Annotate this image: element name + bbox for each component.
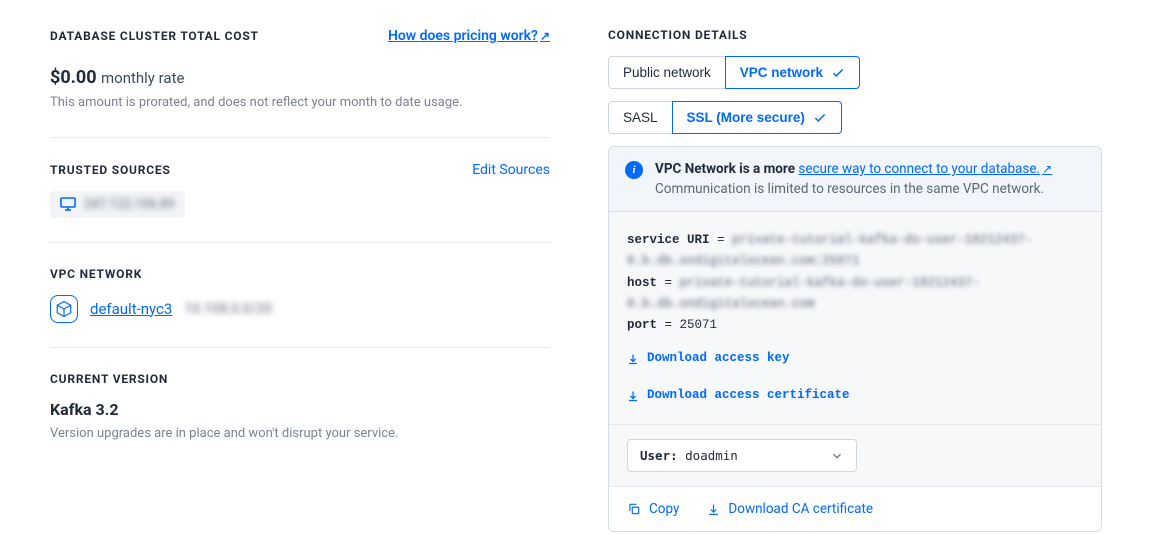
user-value: doadmin — [685, 448, 738, 463]
cost-rate-label: monthly rate — [101, 69, 184, 87]
version-section: CURRENT VERSION Kafka 3.2 Version upgrad… — [50, 372, 550, 444]
version-heading: CURRENT VERSION — [50, 372, 550, 386]
cost-amount-row: $0.00 monthly rate — [50, 67, 550, 88]
external-link-icon: ↗ — [1042, 162, 1052, 176]
info-link[interactable]: secure way to connect to your database.↗ — [798, 161, 1052, 177]
vpc-network-label: VPC network — [740, 65, 823, 80]
vpc-ip: 10.108.0.0/20 — [184, 301, 272, 317]
check-icon — [813, 111, 827, 125]
divider — [50, 347, 550, 348]
vpc-section: VPC NETWORK default-nyc3 10.108.0.0/20 — [50, 267, 550, 323]
check-icon — [831, 66, 845, 80]
copy-icon — [627, 502, 641, 516]
host-label: host — [627, 276, 657, 290]
user-prefix: User: — [640, 448, 685, 463]
cost-amount: $0.00 — [50, 67, 97, 88]
download-icon — [707, 503, 720, 516]
divider — [50, 242, 550, 243]
external-link-icon: ↗ — [540, 29, 550, 43]
info-icon: i — [625, 161, 643, 179]
download-access-key-link[interactable]: Download access key — [627, 348, 790, 369]
user-select[interactable]: User: doadmin — [627, 439, 857, 472]
auth-toggle: SASL SSL (More secure) — [608, 101, 842, 134]
version-value: Kafka 3.2 — [50, 400, 550, 419]
edit-sources-link[interactable]: Edit Sources — [472, 162, 550, 178]
divider — [50, 137, 550, 138]
info-subtext: Communication is limited to resources in… — [655, 181, 1052, 197]
cost-note: This amount is prorated, and does not re… — [50, 93, 550, 113]
monitor-icon — [60, 197, 76, 211]
download-access-cert-label: Download access certificate — [647, 385, 850, 406]
host-line1: private-tutorial-kafka-do-user-18212437- — [680, 276, 980, 290]
connection-code-block: service URI = private-tutorial-kafka-do-… — [609, 212, 1101, 425]
info-strong: VPC Network is a more — [655, 161, 798, 177]
pricing-link[interactable]: How does pricing work?↗ — [388, 28, 550, 44]
actions-bar: Copy Download CA certificate — [609, 487, 1101, 531]
connection-heading: CONNECTION DETAILS — [608, 28, 1102, 42]
download-ca-cert-button[interactable]: Download CA certificate — [707, 501, 873, 517]
download-icon — [627, 353, 639, 365]
download-access-key-label: Download access key — [647, 348, 790, 369]
download-icon — [627, 390, 639, 402]
trusted-sources-section: TRUSTED SOURCES Edit Sources 247.122.106… — [50, 162, 550, 218]
pricing-link-text: How does pricing work? — [388, 28, 538, 44]
version-note: Version upgrades are in place and won't … — [50, 424, 550, 444]
vpc-network-button[interactable]: VPC network — [725, 56, 860, 89]
cost-heading: DATABASE CLUSTER TOTAL COST — [50, 29, 259, 43]
trusted-source-ip: 247.122.106.89 — [84, 197, 175, 212]
ssl-label: SSL (More secure) — [687, 110, 805, 125]
connection-panel: i VPC Network is a more secure way to co… — [608, 146, 1102, 532]
trusted-sources-heading: TRUSTED SOURCES — [50, 163, 171, 177]
network-toggle: Public network VPC network — [608, 56, 860, 89]
service-uri-label: service URI — [627, 233, 710, 247]
vpc-name-link[interactable]: default-nyc3 — [90, 300, 172, 318]
user-bar: User: doadmin — [609, 425, 1101, 487]
service-uri-line2: 0.b.db.ondigitalocean.com:25071 — [627, 254, 860, 268]
cost-section: DATABASE CLUSTER TOTAL COST How does pri… — [50, 28, 550, 113]
service-uri-line1: private-tutorial-kafka-do-user-18212437- — [732, 233, 1032, 247]
copy-button[interactable]: Copy — [627, 501, 679, 517]
download-ca-cert-label: Download CA certificate — [728, 501, 873, 517]
ssl-button[interactable]: SSL (More secure) — [672, 101, 842, 134]
port-label: port — [627, 318, 657, 332]
vpc-icon — [50, 295, 78, 323]
info-banner: i VPC Network is a more secure way to co… — [609, 147, 1101, 212]
sasl-button[interactable]: SASL — [608, 101, 673, 134]
port-value: 25071 — [680, 318, 718, 332]
trusted-source-chip[interactable]: 247.122.106.89 — [50, 191, 185, 218]
public-network-button[interactable]: Public network — [608, 56, 726, 89]
download-access-cert-link[interactable]: Download access certificate — [627, 385, 850, 406]
vpc-heading: VPC NETWORK — [50, 267, 550, 281]
copy-label: Copy — [649, 501, 679, 517]
chevron-down-icon — [830, 449, 844, 463]
host-line2: 0.b.db.ondigitalocean.com — [627, 297, 815, 311]
